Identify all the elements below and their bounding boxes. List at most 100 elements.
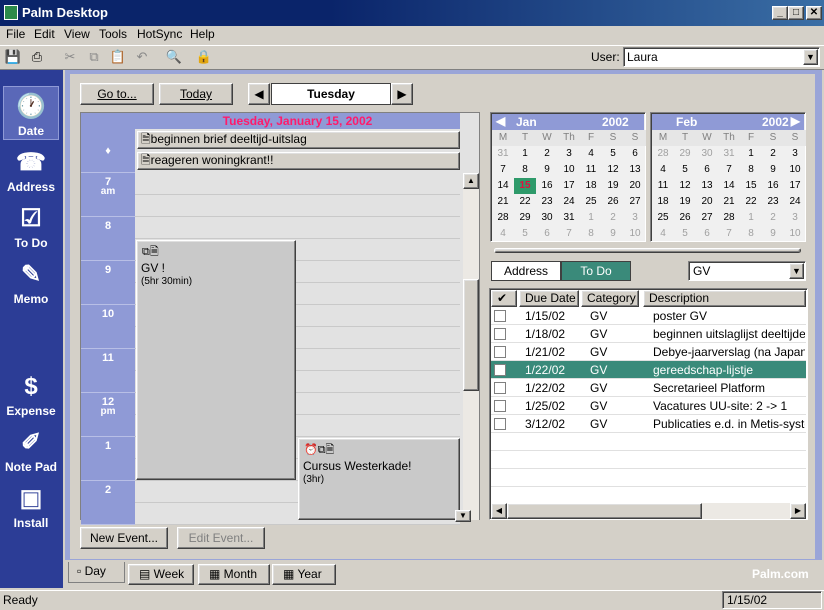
calendar-day[interactable]: 9 <box>602 226 624 242</box>
launcher-date[interactable]: 🕐 Date <box>4 92 58 138</box>
column-header[interactable]: Description <box>643 290 806 307</box>
calendar-day[interactable]: 20 <box>624 178 646 194</box>
calendar-day[interactable]: 9 <box>536 162 558 178</box>
cut-icon[interactable]: ✂ <box>60 48 80 66</box>
launcher-install[interactable]: ▣ Install <box>4 484 58 530</box>
calendar-day[interactable]: 13 <box>624 162 646 178</box>
calendar-day[interactable]: 4 <box>580 146 602 162</box>
launcher-notepad[interactable]: ✐ Note Pad <box>4 428 58 474</box>
calendar-day[interactable]: 28 <box>652 146 674 162</box>
untimed-event[interactable]: 🗎beginnen brief deeltijd-uitslag <box>137 131 460 149</box>
calendar-day[interactable]: 12 <box>602 162 624 178</box>
calendar-day[interactable]: 3 <box>784 210 806 226</box>
calendar-day[interactable]: 23 <box>762 194 784 210</box>
calendar-day[interactable]: 10 <box>624 226 646 242</box>
calendar-day[interactable]: 2 <box>762 210 784 226</box>
calendar-day[interactable]: 22 <box>740 194 762 210</box>
calendar-day[interactable]: 4 <box>652 226 674 242</box>
calendar-day[interactable]: 6 <box>624 146 646 162</box>
undo-icon[interactable]: ↶ <box>132 48 152 66</box>
calendar-day[interactable]: 8 <box>580 226 602 242</box>
menu-help[interactable]: Help <box>190 27 215 41</box>
calendar-day[interactable]: 5 <box>674 162 696 178</box>
calendar-day[interactable]: 16 <box>536 178 558 194</box>
close-button[interactable]: ✕ <box>806 6 822 20</box>
calendar-day[interactable]: 7 <box>492 162 514 178</box>
calendar-day[interactable]: 12 <box>674 178 696 194</box>
menu-view[interactable]: View <box>64 27 90 41</box>
calendar-day[interactable]: 4 <box>652 162 674 178</box>
divider-handle[interactable] <box>494 248 801 253</box>
scroll-down-icon[interactable]: ▼ <box>455 510 471 522</box>
time-slot[interactable] <box>135 195 460 217</box>
todo-row[interactable] <box>491 469 806 487</box>
calendar-day[interactable]: 1 <box>740 146 762 162</box>
calendar-day[interactable]: 26 <box>674 210 696 226</box>
calendar-day[interactable]: 1 <box>740 210 762 226</box>
calendar-day[interactable]: 6 <box>696 226 718 242</box>
calendar-day[interactable]: 5 <box>602 146 624 162</box>
todo-checkbox[interactable] <box>494 328 506 340</box>
tab-address[interactable]: Address <box>491 261 561 281</box>
calendar-day[interactable]: 11 <box>652 178 674 194</box>
menu-tools[interactable]: Tools <box>99 27 127 41</box>
time-slot[interactable] <box>135 217 460 239</box>
calendar-day[interactable]: 31 <box>492 146 514 162</box>
scroll-thumb[interactable] <box>463 279 479 391</box>
time-slot[interactable] <box>135 173 460 195</box>
untimed-event[interactable]: 🗎reageren woningkrant!! <box>137 152 460 170</box>
lock-icon[interactable]: 🔒 <box>194 48 214 66</box>
column-header[interactable]: Due Date <box>519 290 579 307</box>
tab-year[interactable]: ▦ Year <box>272 564 336 585</box>
todo-row[interactable]: 1/21/02 GV Debye-jaarverslag (na Japan) <box>491 343 806 361</box>
todo-row[interactable]: 1/15/02 GV poster GV <box>491 307 806 325</box>
calendar-day[interactable]: 10 <box>784 162 806 178</box>
user-select[interactable]: Laura ▼ <box>623 47 820 67</box>
calendar-day[interactable]: 6 <box>536 226 558 242</box>
calendar-day[interactable]: 21 <box>492 194 514 210</box>
copy-icon[interactable]: ⧉ <box>84 48 104 66</box>
calendar-day[interactable]: 7 <box>718 226 740 242</box>
calendar-day[interactable]: 9 <box>762 162 784 178</box>
calendar-day[interactable]: 10 <box>558 162 580 178</box>
minimize-button[interactable]: _ <box>772 6 788 20</box>
calendar-day[interactable]: 13 <box>696 178 718 194</box>
calendar-day[interactable]: 28 <box>492 210 514 226</box>
launcher-todo[interactable]: ☑ To Do <box>4 204 58 250</box>
scroll-right-icon[interactable]: ▶ <box>790 503 806 519</box>
paste-icon[interactable]: 📋 <box>108 48 128 66</box>
edit-event-button[interactable]: Edit Event... <box>177 527 265 549</box>
todo-row[interactable]: 1/22/02 GV Secretarieel Platform <box>491 379 806 397</box>
calendar-day[interactable]: 8 <box>514 162 536 178</box>
calendar-day[interactable]: 18 <box>652 194 674 210</box>
menu-hotsync[interactable]: HotSync <box>137 27 182 41</box>
calendar-day[interactable]: 23 <box>536 194 558 210</box>
find-icon[interactable]: 🔍 <box>164 48 184 66</box>
calendar-day[interactable]: 24 <box>558 194 580 210</box>
calendar-day[interactable]: 31 <box>718 146 740 162</box>
calendar-day[interactable]: 20 <box>696 194 718 210</box>
print-icon[interactable]: ⎙ <box>27 48 47 66</box>
new-event-button[interactable]: New Event... <box>80 527 168 549</box>
next-month-icon[interactable]: ▶ <box>791 114 800 128</box>
calendar-day[interactable]: 24 <box>784 194 806 210</box>
calendar-day[interactable]: 30 <box>536 210 558 226</box>
launcher-memo[interactable]: ✎ Memo <box>4 260 58 306</box>
category-select[interactable]: GV ▼ <box>688 261 806 281</box>
today-button[interactable]: Today <box>159 83 233 105</box>
todo-checkbox[interactable] <box>494 400 506 412</box>
column-header[interactable]: ✔ <box>491 290 517 307</box>
scroll-thumb[interactable] <box>507 503 702 519</box>
calendar-day[interactable]: 19 <box>602 178 624 194</box>
calendar-day[interactable]: 27 <box>624 194 646 210</box>
column-header[interactable]: Category <box>581 290 639 307</box>
calendar-day[interactable]: 22 <box>514 194 536 210</box>
calendar-day[interactable]: 5 <box>514 226 536 242</box>
prev-day-button[interactable]: ◀ <box>248 83 270 105</box>
tab-day[interactable]: ▫ Day <box>68 562 125 583</box>
todo-checkbox[interactable] <box>494 310 506 322</box>
calendar-day[interactable]: 8 <box>740 226 762 242</box>
launcher-expense[interactable]: $ Expense <box>4 372 58 418</box>
calendar-day[interactable]: 17 <box>558 178 580 194</box>
day-scrollbar[interactable]: ▲ ▼ <box>455 173 479 522</box>
